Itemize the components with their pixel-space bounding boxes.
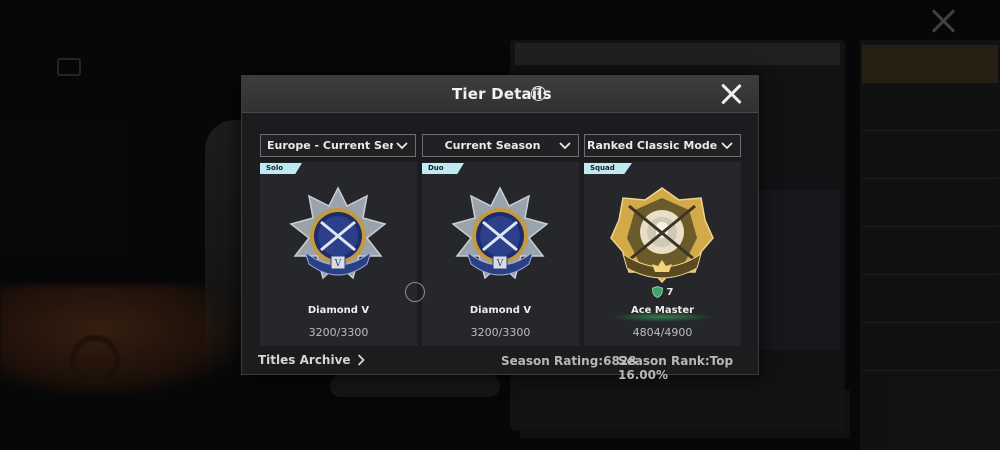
tier-points: 4804/4900 xyxy=(632,326,693,339)
chevron-down-icon xyxy=(721,141,733,149)
chevron-down-icon xyxy=(559,141,571,149)
diamond-badge-icon: V xyxy=(451,186,549,280)
mode-tag: Squad xyxy=(584,163,632,174)
chevron-down-icon xyxy=(396,141,408,149)
tier-name: Ace Master xyxy=(630,305,695,316)
tier-card-solo[interactable]: Solo V Diamond V 3200/3300 xyxy=(260,162,417,346)
mode-dropdown[interactable]: Ranked Classic Mode (TPP) xyxy=(584,134,741,157)
season-rank: Season Rank:Top 16.00% xyxy=(618,354,734,382)
tier-points: 3200/3300 xyxy=(470,326,531,339)
server-dropdown-label: Europe - Current Server xyxy=(267,139,393,152)
tier-points: 3200/3300 xyxy=(308,326,369,339)
tier-name: Diamond V xyxy=(469,305,532,316)
shield-level-icon xyxy=(651,286,663,298)
mode-dropdown-label: Ranked Classic Mode (TPP) xyxy=(587,139,718,152)
close-icon[interactable] xyxy=(720,83,742,105)
tier-name: Diamond V xyxy=(307,305,370,316)
svg-text:V: V xyxy=(496,259,504,269)
modal-header: Tier Details ? xyxy=(242,76,758,113)
mode-tag: Solo xyxy=(260,163,302,174)
titles-archive-link[interactable]: Titles Archive xyxy=(258,353,365,367)
tier-card-duo[interactable]: Duo V Diamond V 3200/3300 xyxy=(422,162,579,346)
diamond-badge-icon: V xyxy=(289,186,387,280)
season-dropdown[interactable]: Current Season xyxy=(422,134,579,157)
question-circle-icon[interactable]: ? xyxy=(531,86,546,101)
level-row: 7 xyxy=(584,286,741,298)
tier-details-modal: Tier Details ? Europe - Current Server C… xyxy=(241,75,759,382)
season-dropdown-label: Current Season xyxy=(444,139,541,152)
season-rating: Season Rating:6828 xyxy=(501,354,637,368)
ace-badge-icon xyxy=(610,187,714,284)
server-dropdown[interactable]: Europe - Current Server xyxy=(260,134,416,157)
tier-card-squad[interactable]: Squad 7 Ace Master 4804/4900 xyxy=(584,162,741,346)
svg-text:V: V xyxy=(334,259,342,269)
mode-tag: Duo xyxy=(422,163,464,174)
level-value: 7 xyxy=(666,286,674,298)
chevron-right-icon xyxy=(357,354,365,366)
cursor-indicator xyxy=(405,282,425,302)
titles-archive-label: Titles Archive xyxy=(258,353,351,367)
